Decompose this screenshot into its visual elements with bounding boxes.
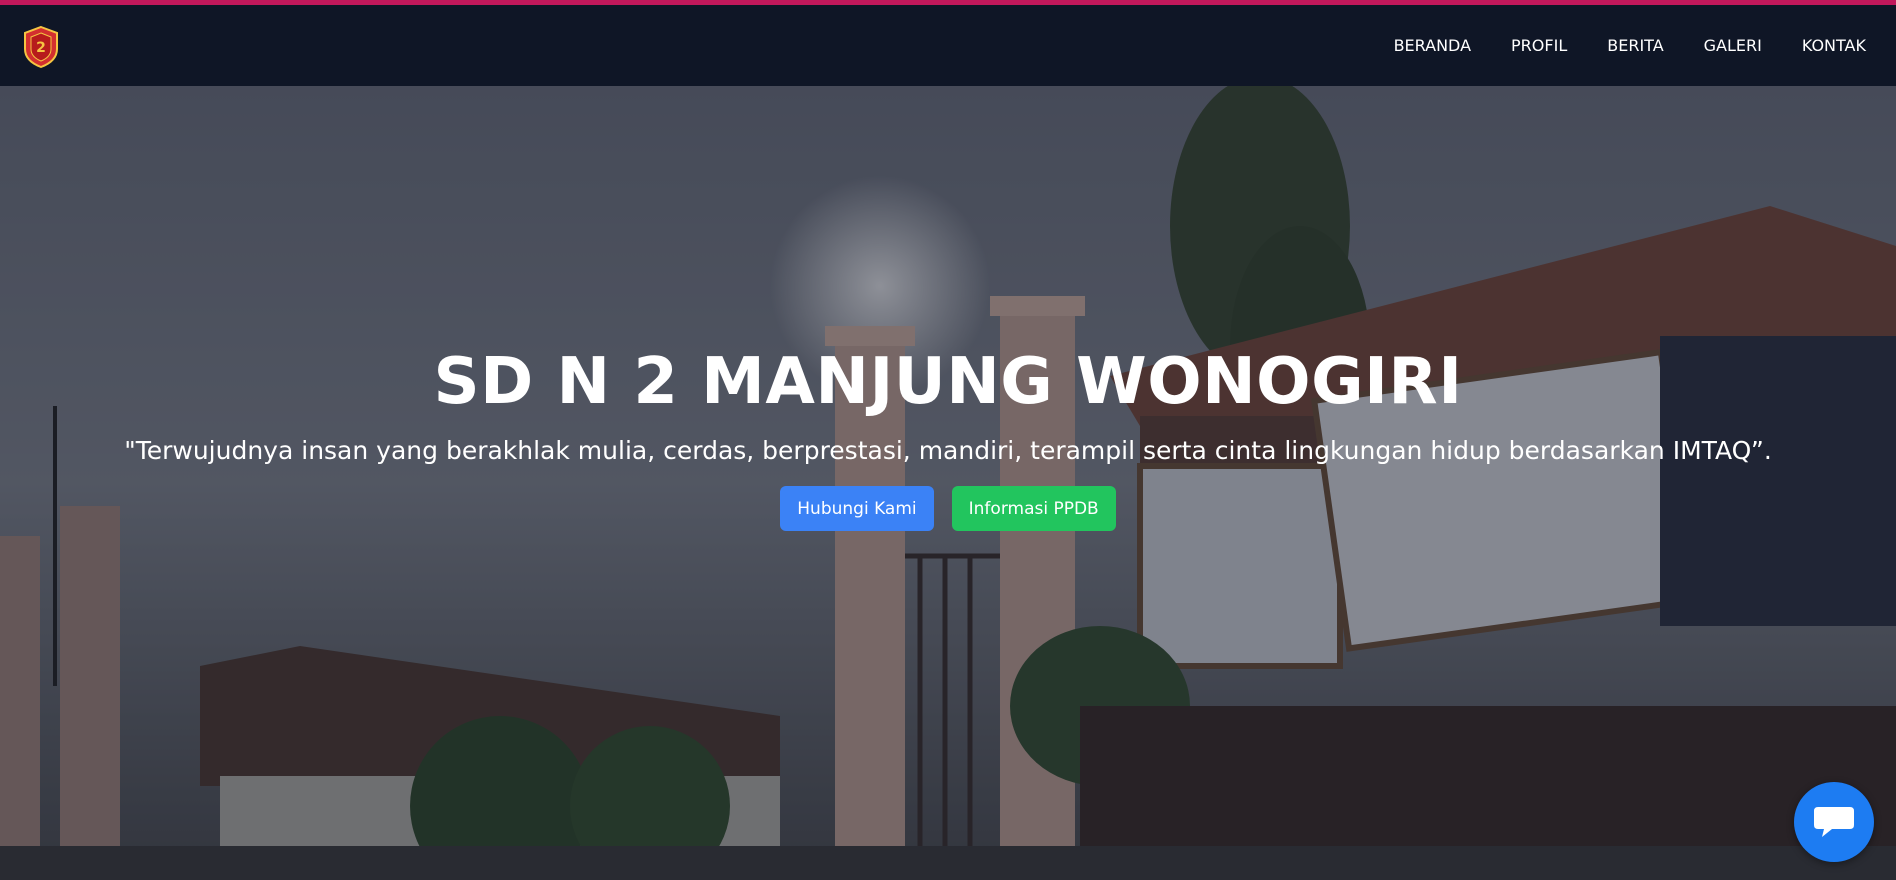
nav-galeri[interactable]: GALERI — [1704, 36, 1762, 55]
navbar: 2 BERANDA PROFIL BERITA GALERI KONTAK — [0, 5, 1896, 86]
contact-button[interactable]: Hubungi Kami — [780, 486, 934, 531]
nav-berita[interactable]: BERITA — [1607, 36, 1663, 55]
logo-number: 2 — [36, 40, 46, 56]
nav-links: BERANDA PROFIL BERITA GALERI KONTAK — [1394, 5, 1866, 86]
hero-overlay — [0, 86, 1896, 880]
nav-profil[interactable]: PROFIL — [1511, 36, 1567, 55]
hero-quote: "Terwujudnya insan yang berakhlak mulia,… — [124, 436, 1772, 465]
hero-title: SD N 2 MANJUNG WONOGIRI — [433, 345, 1463, 419]
nav-kontak[interactable]: KONTAK — [1802, 36, 1866, 55]
chat-bubble-icon — [1814, 807, 1854, 837]
hero-section — [0, 86, 1896, 880]
chat-button[interactable] — [1794, 782, 1874, 862]
ppdb-info-button[interactable]: Informasi PPDB — [951, 486, 1116, 531]
cta-buttons: Hubungi Kami Informasi PPDB — [0, 486, 1896, 531]
top-accent-line — [0, 0, 1896, 5]
school-crest-icon: 2 — [24, 25, 58, 69]
school-logo[interactable]: 2 — [22, 25, 60, 69]
nav-beranda[interactable]: BERANDA — [1394, 36, 1471, 55]
